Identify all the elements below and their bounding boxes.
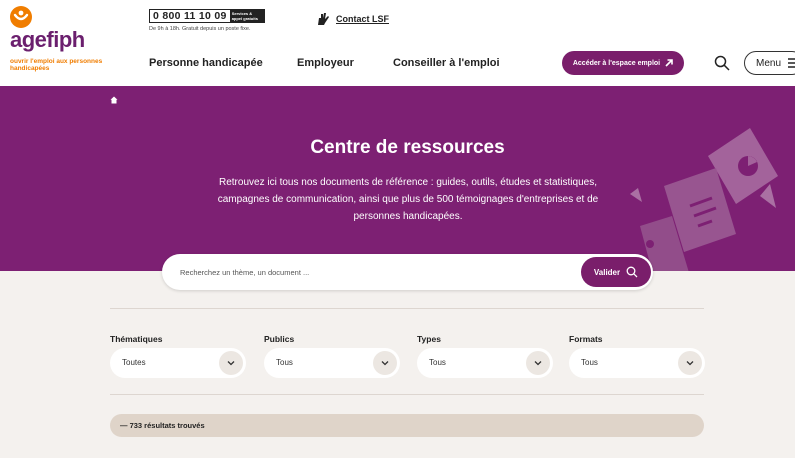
logo-tagline: ouvrir l'emploi aux personnes handicapée… (10, 58, 103, 72)
filter-publics: Publics Tous (264, 334, 400, 378)
contact-lsf-link[interactable]: Contact LSF (316, 12, 389, 26)
hamburger-icon (788, 58, 795, 68)
nav-conseiller-emploi[interactable]: Conseiller à l'emploi (393, 57, 500, 69)
select-value: Tous (276, 358, 293, 367)
site-header: agefiph ouvrir l'emploi aux personnes ha… (0, 0, 795, 86)
publics-select[interactable]: Tous (264, 348, 400, 378)
espace-emploi-button[interactable]: Accéder à l'espace emploi (562, 51, 684, 75)
select-value: Tous (429, 358, 446, 367)
select-value: Toutes (122, 358, 146, 367)
contact-lsf-label: Contact LSF (336, 14, 389, 24)
hero-banner: Centre de ressources Retrouvez ici tous … (0, 86, 795, 271)
sign-language-icon (318, 13, 329, 25)
phone-number-box[interactable]: 0 800 11 10 09 Services & appel gratuits (149, 9, 265, 23)
logo-figure-icon (10, 6, 32, 28)
formats-select[interactable]: Tous (569, 348, 705, 378)
home-icon[interactable] (110, 96, 118, 104)
filter-label: Thématiques (110, 334, 163, 344)
phone-badge: Services & appel gratuits (229, 10, 264, 22)
phone-number: 0 800 11 10 09 (153, 10, 227, 22)
resource-search-bar: Valider (162, 254, 653, 290)
search-icon[interactable] (714, 55, 730, 71)
filter-label: Formats (569, 334, 603, 344)
menu-button[interactable]: Menu (744, 51, 795, 75)
divider (110, 394, 704, 395)
espace-emploi-label: Accéder à l'espace emploi (572, 59, 661, 67)
types-select[interactable]: Tous (417, 348, 553, 378)
filter-formats: Formats Tous (569, 334, 705, 378)
resource-search-input[interactable] (180, 262, 560, 282)
divider (110, 308, 704, 309)
chevron-down-icon (526, 351, 550, 375)
chevron-down-icon (373, 351, 397, 375)
chevron-down-icon (678, 351, 702, 375)
search-icon (626, 266, 638, 278)
filter-thematiques: Thématiques Toutes (110, 334, 246, 378)
results-count: — 733 résultats trouvés (110, 414, 704, 437)
filter-label: Types (417, 334, 441, 344)
phone-hours: De 9h à 18h. Gratuit depuis un poste fix… (149, 26, 251, 32)
hero-description: Retrouvez ici tous nos documents de réfé… (217, 177, 599, 222)
arrow-up-right-icon (665, 59, 673, 67)
logo-wordmark: agefiph (10, 27, 85, 52)
thematiques-select[interactable]: Toutes (110, 348, 246, 378)
documents-illustration-icon (630, 128, 778, 271)
select-value: Tous (581, 358, 598, 367)
validate-label: Valider (593, 267, 621, 277)
nav-personne-handicapee[interactable]: Personne handicapée (149, 57, 263, 69)
validate-button[interactable]: Valider (581, 257, 651, 287)
agefiph-logo[interactable]: agefiph ouvrir l'emploi aux personnes ha… (10, 6, 120, 76)
chevron-down-icon (219, 351, 243, 375)
nav-employeur[interactable]: Employeur (297, 57, 354, 69)
filter-label: Publics (264, 334, 295, 344)
menu-label: Menu (756, 57, 782, 69)
filter-types: Types Tous (417, 334, 553, 378)
